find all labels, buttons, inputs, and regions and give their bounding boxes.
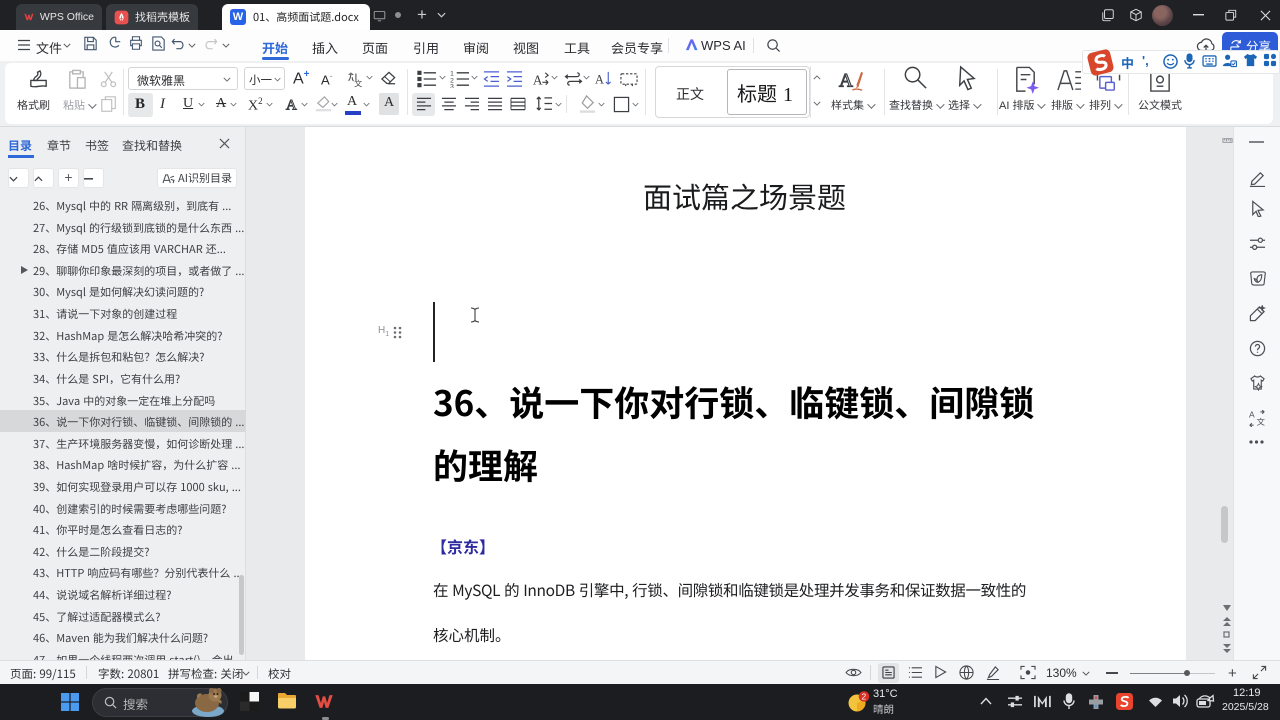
svg-text:文: 文 [354, 78, 362, 89]
svg-text:A: A [286, 96, 297, 113]
svg-text:文: 文 [1257, 416, 1265, 427]
svg-text:A: A [533, 72, 543, 87]
svg-text:2: 2 [862, 691, 867, 701]
svg-text:A: A [839, 70, 853, 91]
svg-text:3: 3 [450, 83, 454, 88]
svg-text:A: A [1249, 410, 1255, 420]
svg-text:A: A [595, 72, 604, 86]
